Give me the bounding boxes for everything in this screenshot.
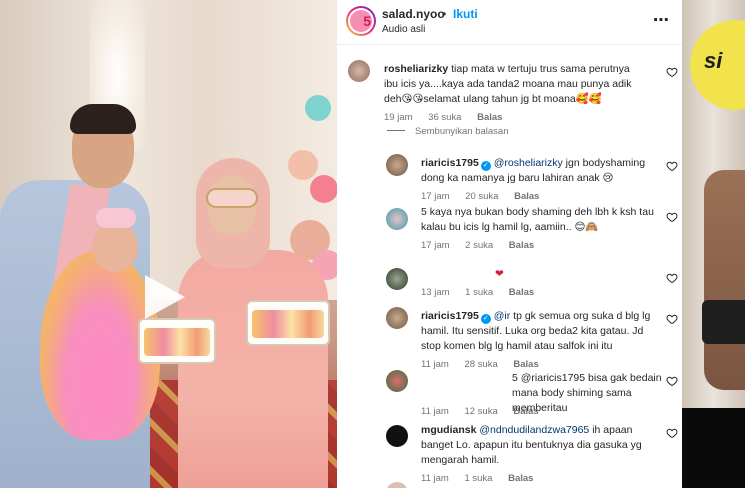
preview-arm [704,170,745,390]
like-heart-icon[interactable] [666,272,678,284]
comments-panel: 5 salad.nyoo • Ikuti Audio asli ⋯ roshel… [337,0,682,488]
reply-button[interactable]: Balas [514,191,539,202]
reply-meta: 13 jam 1 suka Balas [421,285,661,300]
post-header: 5 salad.nyoo • Ikuti Audio asli ⋯ [337,0,682,45]
hide-replies-label: Sembunyikan balasan [415,126,509,137]
comment-likes[interactable]: 36 suka [428,112,461,123]
woman-mask [206,188,258,208]
preview-wristband [702,300,745,344]
reply-meta-row: 13 jam 1 suka Balas [421,282,661,300]
comment-text: rosheliarizky tiap mata w tertuju trus s… [384,62,634,107]
reply-likes[interactable]: 1 suka [465,287,493,298]
verified-badge-icon: ✓ [480,314,491,324]
reply-avatar[interactable] [386,425,408,447]
reply: riaricis1795 ✓ @ir tp gk semua org suka d… [421,309,661,372]
reply-body: ❤ [495,268,504,280]
reply: mgudiansk @ndndudilandzwa7965 ih apaan b… [421,423,661,486]
reply-avatar[interactable] [386,370,408,392]
reply-meta: 17 jam 2 suka Balas [421,238,661,253]
baby-bow [96,208,136,228]
balloon [305,95,331,121]
baby-head [92,222,138,272]
more-options-icon[interactable]: ⋯ [653,10,670,30]
reply-button[interactable]: Balas [508,473,533,484]
reply-likes[interactable]: 12 suka [464,406,497,417]
preview-sign-text: si [704,48,723,73]
reply-text: ❤ [495,267,665,282]
reply: riaricis1795 ✓ @rosheliarizky jgn bodysha… [421,156,661,204]
reply-mention[interactable]: @ir [494,310,511,322]
reply-mention[interactable]: @ndndudilandzwa7965 [479,424,589,436]
reply: 5 kaya nya bukan body shaming deh lbh k … [421,205,661,253]
reply-button[interactable]: Balas [509,240,534,251]
like-heart-icon[interactable] [666,313,678,325]
reply-text: mgudiansk @ndndudilandzwa7965 ih apaan b… [421,423,661,468]
man-hair [70,104,136,134]
like-heart-icon[interactable] [666,427,678,439]
reply-time: 11 jam [421,359,449,370]
reply-username[interactable]: mgudiansk [421,424,476,436]
like-heart-icon[interactable] [666,160,678,172]
like-heart-icon[interactable] [666,375,678,387]
comment-username[interactable]: rosheliarizky [384,63,448,75]
reply-time: 17 jam [421,240,450,251]
username[interactable]: salad.nyoo [382,7,445,21]
audio-label[interactable]: Audio asli [382,24,425,35]
woman-figure [178,250,328,488]
follow-button[interactable]: Ikuti [453,7,478,21]
reply: ❤ [495,267,665,282]
balloon [310,175,337,203]
verified-badge-icon: ✓ [480,161,491,171]
reply-likes[interactable]: 20 suka [465,191,498,202]
reply-button[interactable]: Balas [509,287,534,298]
avatar[interactable]: 5 [346,6,376,36]
reply-body: 5 kaya nya bukan body shaming deh lbh k … [421,206,654,233]
reply-text: riaricis1795 ✓ @rosheliarizky jgn bodysha… [421,156,661,186]
reply-time: 17 jam [421,191,450,202]
reply-likes[interactable]: 2 suka [465,240,493,251]
reply-button[interactable]: Balas [513,406,538,417]
reply-text: 5 kaya nya bukan body shaming deh lbh k … [421,205,661,235]
preview-dark-area [682,408,745,488]
reply-username[interactable]: riaricis1795 [421,310,479,322]
reply-meta: 17 jam 20 suka Balas [421,189,661,204]
instagram-post-view: 5 salad.nyoo • Ikuti Audio asli ⋯ roshel… [0,0,745,488]
reply-meta: 11 jam 12 suka Balas [421,404,661,419]
reply-likes[interactable]: 28 suka [464,359,497,370]
reply-button[interactable]: Balas [477,112,502,123]
hide-replies-toggle[interactable]: Sembunyikan balasan [387,126,508,137]
like-heart-icon[interactable] [666,211,678,223]
comment-avatar[interactable] [348,60,370,82]
comment-time: 19 jam [384,112,413,123]
reply-time: 11 jam [421,406,449,417]
like-heart-icon[interactable] [666,66,678,78]
reply-avatar[interactable] [386,208,408,230]
reply-username[interactable]: riaricis1795 [421,157,479,169]
reply-text: riaricis1795 ✓ @ir tp gk semua org suka d… [421,309,661,354]
avatar-badge: 5 [363,13,371,29]
reply-mention[interactable]: @rosheliarizky [494,157,563,169]
next-post-preview[interactable]: si [682,0,745,488]
comment-meta: 19 jam 36 suka Balas [384,110,634,125]
snack-box [246,300,330,346]
reply-meta: 11 jam 1 suka Balas [421,471,661,486]
snack-box [138,318,216,364]
reply-avatar[interactable] [386,307,408,329]
reply-avatar[interactable] [386,154,408,176]
reply-meta-row: 11 jam 12 suka Balas [421,401,661,419]
comment: rosheliarizky tiap mata w tertuju trus s… [384,62,634,125]
reply-avatar[interactable] [386,268,408,290]
separator-dot: • [442,7,447,21]
reply-button[interactable]: Balas [513,359,538,370]
reply-likes[interactable]: 1 suka [464,473,492,484]
reply-avatar[interactable] [386,482,408,488]
reply-time: 11 jam [421,473,449,484]
reply-time: 13 jam [421,287,450,298]
post-video[interactable] [0,0,337,488]
play-icon[interactable] [145,275,185,319]
balloon [288,150,318,180]
reply-meta: 11 jam 28 suka Balas [421,357,661,372]
